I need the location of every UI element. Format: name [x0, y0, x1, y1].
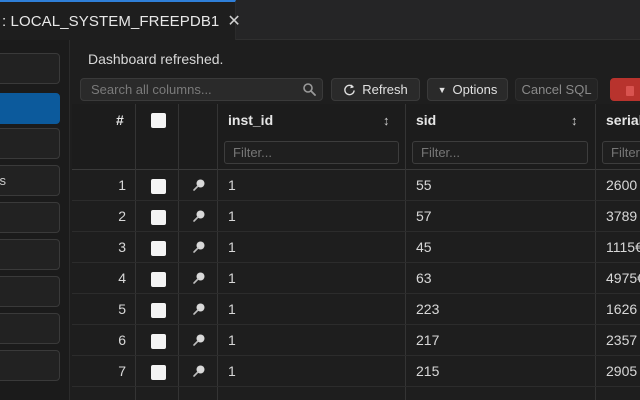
pin-icon[interactable] [192, 209, 206, 223]
search-icon[interactable] [302, 82, 316, 96]
filter-inst-id [224, 141, 399, 164]
cell-serial[interactable]: 1626 [606, 301, 637, 317]
cell-inst-id[interactable]: 1 [228, 208, 236, 224]
trash-icon [626, 85, 634, 96]
cell-inst-id[interactable]: 1 [228, 270, 236, 286]
sidebar-item[interactable] [0, 93, 60, 124]
pin-icon[interactable] [192, 333, 206, 347]
cell-sid[interactable]: 55 [416, 177, 432, 193]
sidebar: s [0, 40, 70, 400]
col-header-inst-id[interactable]: inst_id [228, 112, 273, 128]
row-number: 6 [118, 332, 126, 348]
search-input[interactable] [81, 79, 322, 100]
col-header-sid[interactable]: sid [416, 112, 436, 128]
sidebar-item[interactable] [0, 239, 60, 270]
cell-serial[interactable]: 2600 [606, 177, 637, 193]
sort-icon[interactable]: ↕ [571, 113, 578, 128]
row-number: 3 [118, 239, 126, 255]
cell-serial[interactable]: 4975€ [606, 270, 640, 286]
tab-strip: : LOCAL_SYSTEM_FREEPDB1 ✕ [0, 0, 640, 40]
options-label: Options [452, 82, 498, 97]
row-number: 4 [118, 270, 126, 286]
sidebar-item[interactable] [0, 128, 60, 159]
cell-serial[interactable]: 1115€ [606, 239, 640, 255]
row-number: 1 [118, 177, 126, 193]
cell-inst-id[interactable]: 1 [228, 177, 236, 193]
pin-icon[interactable] [192, 302, 206, 316]
sidebar-item[interactable] [0, 276, 60, 307]
cell-serial[interactable]: 2905 [606, 363, 637, 379]
table-row[interactable]: 2 1 57 3789 [72, 201, 640, 232]
options-button[interactable]: ▼ Options [427, 78, 508, 101]
cell-sid[interactable]: 63 [416, 270, 432, 286]
row-checkbox[interactable] [151, 365, 166, 380]
pin-icon[interactable] [192, 364, 206, 378]
stop-button[interactable] [610, 78, 640, 101]
row-checkbox[interactable] [151, 334, 166, 349]
row-checkbox[interactable] [151, 272, 166, 287]
table-row[interactable]: 1 1 55 2600 [72, 170, 640, 201]
cancel-sql-label: Cancel SQL [521, 82, 592, 97]
filter-sid [412, 141, 588, 164]
cell-inst-id[interactable]: 1 [228, 239, 236, 255]
table-row[interactable]: 6 1 217 2357 [72, 325, 640, 356]
filter-input-inst-id[interactable] [225, 142, 398, 163]
pin-icon[interactable] [192, 178, 206, 192]
sidebar-item[interactable] [0, 53, 60, 84]
close-icon[interactable]: ✕ [227, 11, 240, 31]
results-grid: # inst_id ↕ sid ↕ serial 115526002157378… [72, 104, 640, 400]
table-row[interactable]: 7 1 215 2905 [72, 356, 640, 387]
cell-inst-id[interactable]: 1 [228, 332, 236, 348]
cell-serial[interactable]: 2357 [606, 332, 637, 348]
row-number: 7 [118, 363, 126, 379]
row-checkbox[interactable] [151, 210, 166, 225]
search-box [80, 78, 323, 101]
cell-serial[interactable]: 3789 [606, 208, 637, 224]
cell-inst-id[interactable]: 1 [228, 363, 236, 379]
sidebar-item[interactable] [0, 202, 60, 233]
table-row[interactable]: 3 1 45 1115€ [72, 232, 640, 263]
refresh-label: Refresh [362, 82, 408, 97]
cell-sid[interactable]: 217 [416, 332, 439, 348]
pin-icon[interactable] [192, 271, 206, 285]
tab-label: : LOCAL_SYSTEM_FREEPDB1 [2, 12, 220, 30]
app-window: : LOCAL_SYSTEM_FREEPDB1 ✕ s Dashboard re… [0, 0, 640, 400]
row-number: 5 [118, 301, 126, 317]
refresh-button[interactable]: Refresh [331, 78, 420, 101]
table-row[interactable]: 5 1 223 1626 [72, 294, 640, 325]
table-row[interactable]: 4 1 63 4975€ [72, 263, 640, 294]
cell-sid[interactable]: 215 [416, 363, 439, 379]
chevron-down-icon: ▼ [437, 84, 447, 95]
select-all-checkbox[interactable] [151, 113, 166, 128]
grid-header: # inst_id ↕ sid ↕ serial [72, 104, 640, 170]
cell-sid[interactable]: 57 [416, 208, 432, 224]
pin-icon[interactable] [192, 240, 206, 254]
filter-serial [602, 141, 640, 164]
sidebar-item[interactable] [0, 313, 60, 344]
sidebar-item[interactable] [0, 350, 60, 381]
tab-local-system-freepdb1[interactable]: : LOCAL_SYSTEM_FREEPDB1 ✕ [0, 0, 241, 40]
cell-sid[interactable]: 45 [416, 239, 432, 255]
row-checkbox[interactable] [151, 241, 166, 256]
col-header-serial[interactable]: serial [606, 112, 640, 128]
col-header-row-number: # [116, 112, 124, 128]
filter-input-sid[interactable] [413, 142, 587, 163]
sort-icon[interactable]: ↕ [383, 113, 390, 128]
row-checkbox[interactable] [151, 303, 166, 318]
cell-inst-id[interactable]: 1 [228, 301, 236, 317]
status-message: Dashboard refreshed. [88, 51, 224, 67]
sidebar-item[interactable]: s [0, 165, 60, 196]
cell-sid[interactable]: 223 [416, 301, 439, 317]
toolbar: Refresh ▼ Options Cancel SQL [80, 78, 640, 102]
filter-input-serial[interactable] [603, 142, 640, 163]
cancel-sql-button[interactable]: Cancel SQL [515, 78, 598, 101]
refresh-icon [344, 84, 356, 96]
row-number: 2 [118, 208, 126, 224]
row-checkbox[interactable] [151, 179, 166, 194]
